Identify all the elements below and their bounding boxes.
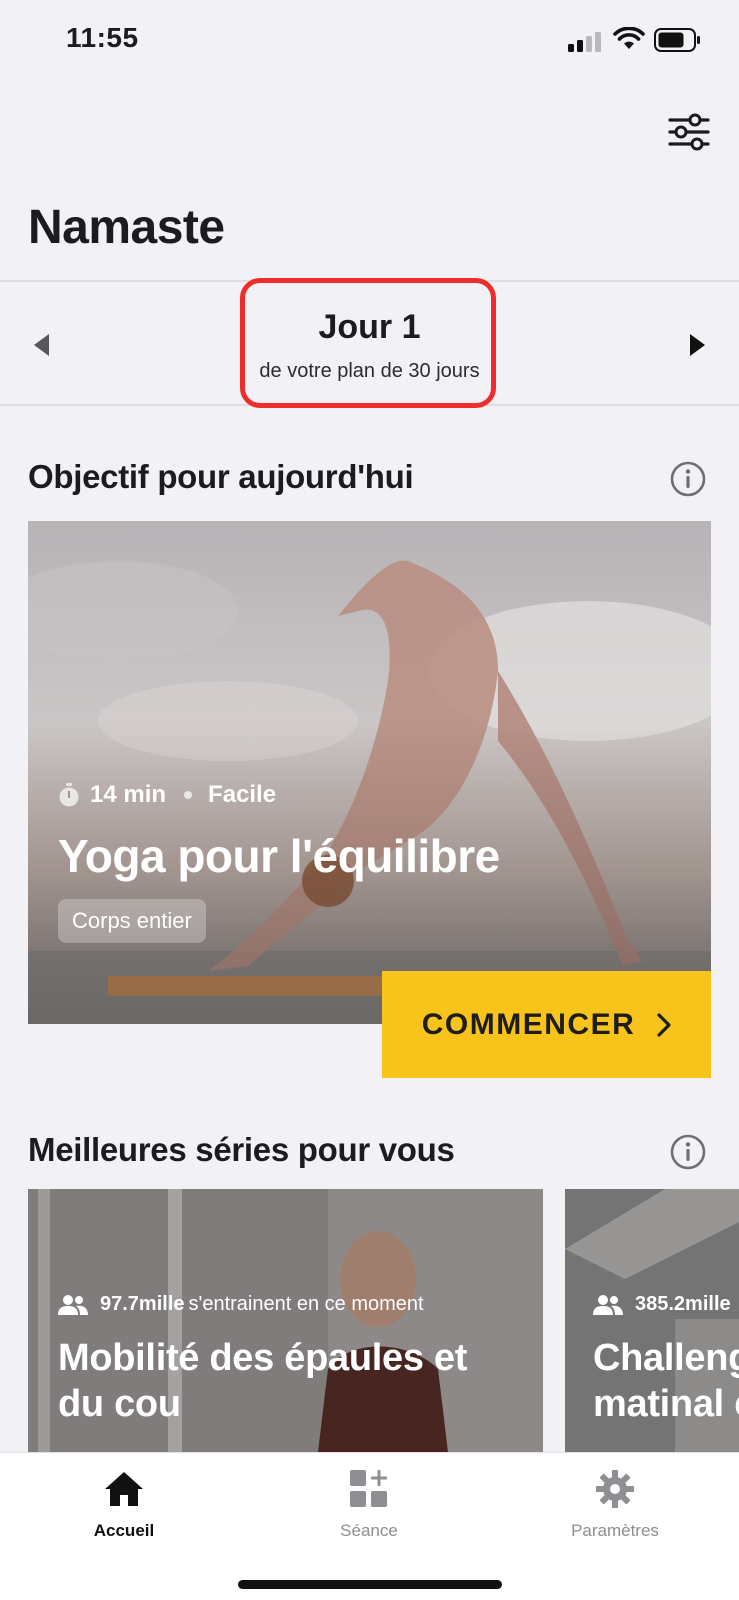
- add-grid-icon: [350, 1470, 387, 1507]
- participants-count: 97.7mille: [100, 1293, 185, 1315]
- tab-settings[interactable]: Paramètres: [535, 1467, 695, 1541]
- series-card[interactable]: 97.7mille s'entrainent en ce moment Mobi…: [28, 1189, 543, 1452]
- sliders-icon[interactable]: [668, 112, 710, 152]
- tab-bar: Accueil Séance Paramètres: [0, 1452, 739, 1600]
- tab-home[interactable]: Accueil: [44, 1467, 204, 1541]
- card-overlay: [28, 521, 711, 1024]
- gear-icon: [596, 1470, 634, 1508]
- info-icon[interactable]: [670, 461, 706, 497]
- tab-home-label: Accueil: [93, 1521, 155, 1540]
- people-icon: [593, 1294, 623, 1315]
- participants-count: 385.2mille: [635, 1293, 731, 1315]
- goal-section-title: Objectif pour aujourd'hui: [28, 458, 414, 495]
- workout-title: Yoga pour l'équilibre: [58, 830, 500, 882]
- start-button-label: COMMENCER: [421, 1007, 636, 1041]
- series-card[interactable]: 385.2mille Challenge matinal e: [565, 1189, 739, 1452]
- timer-icon: [59, 783, 79, 807]
- series-title: Challenge matinal e: [593, 1337, 739, 1425]
- tab-settings-label: Paramètres: [571, 1521, 659, 1540]
- next-day-arrow-icon[interactable]: [690, 334, 705, 356]
- workout-tag: Corps entier: [58, 899, 206, 943]
- workout-card[interactable]: 14 min Facile Yoga pour l'équilibre Corp…: [28, 521, 711, 1024]
- home-indicator[interactable]: [238, 1580, 502, 1589]
- workout-duration: 14 min: [90, 781, 167, 808]
- day-subtitle: de votre plan de 30 jours: [259, 360, 480, 382]
- workout-meta: 14 min Facile: [58, 781, 276, 809]
- wifi-icon: [613, 27, 645, 49]
- workout-difficulty: Facile: [208, 781, 277, 808]
- battery-icon: [654, 28, 700, 52]
- participants-suffix: s'entrainent en ce moment: [188, 1293, 424, 1315]
- home-icon: [105, 1472, 143, 1506]
- status-bar: 11:55: [0, 0, 739, 80]
- series-title: Mobilité des épaules et du cou: [58, 1337, 468, 1425]
- chevron-right-icon: [657, 1012, 671, 1037]
- day-title: Jour 1: [318, 308, 421, 346]
- info-icon[interactable]: [670, 1134, 706, 1170]
- series-participants: 97.7mille s'entrainent en ce moment: [58, 1293, 424, 1316]
- day-selector: Jour 1 de votre plan de 30 jours: [0, 278, 739, 408]
- tab-session-label: Séance: [340, 1521, 398, 1540]
- page-title: Namaste: [28, 201, 225, 254]
- start-button[interactable]: COMMENCER: [382, 971, 711, 1078]
- status-time: 11:55: [66, 22, 139, 53]
- series-participants: 385.2mille: [593, 1293, 735, 1316]
- people-icon: [58, 1294, 88, 1315]
- separator-dot: [184, 791, 193, 799]
- tab-session[interactable]: Séance: [289, 1467, 449, 1541]
- cellular-signal-icon: [568, 30, 604, 52]
- series-section-title: Meilleures séries pour vous: [28, 1131, 455, 1168]
